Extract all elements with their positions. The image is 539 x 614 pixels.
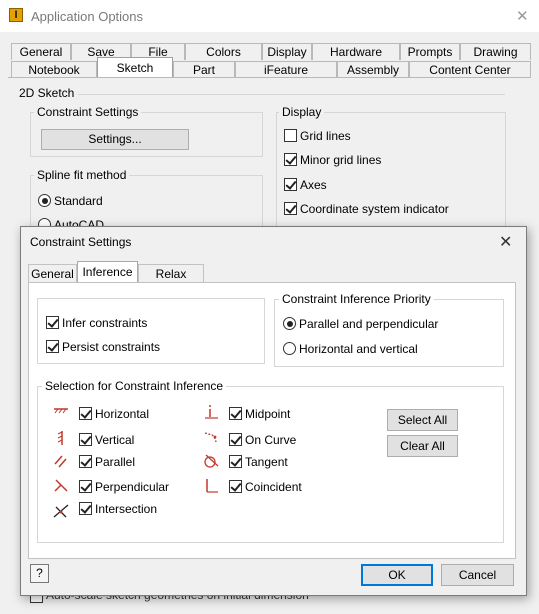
tangent-label: Tangent bbox=[245, 455, 288, 469]
intersection-checkbox[interactable] bbox=[79, 502, 92, 515]
dialog-tab-relax-mode[interactable]: Relax Mode bbox=[138, 264, 204, 300]
tab-ifeature[interactable]: iFeature bbox=[235, 61, 337, 78]
section-title-2d-sketch: 2D Sketch bbox=[19, 86, 75, 100]
inference-panel: Infer constraints Persist constraints Co… bbox=[28, 282, 516, 559]
ok-button[interactable]: OK bbox=[361, 564, 433, 586]
perpendicular-label: Perpendicular bbox=[95, 480, 170, 494]
coincident-checkbox[interactable] bbox=[229, 480, 242, 493]
perpendicular-checkbox[interactable] bbox=[79, 480, 92, 493]
spline-standard-radio[interactable] bbox=[38, 194, 51, 207]
on-curve-constraint-icon bbox=[204, 432, 217, 443]
parallel-constraint-icon bbox=[54, 455, 67, 468]
dialog-close-icon[interactable]: ✕ bbox=[499, 232, 512, 252]
intersection-label: Intersection bbox=[95, 502, 158, 516]
minor-grid-lines-label: Minor grid lines bbox=[300, 153, 382, 167]
priority-parallel-radio[interactable] bbox=[283, 317, 296, 330]
tab-assembly[interactable]: Assembly bbox=[337, 61, 409, 78]
coincident-label: Coincident bbox=[245, 480, 302, 494]
tab-prompts[interactable]: Prompts bbox=[400, 43, 460, 60]
perpendicular-constraint-icon bbox=[54, 479, 68, 492]
infer-constraints-label: Infer constraints bbox=[62, 316, 148, 330]
tab-sketch[interactable]: Sketch bbox=[97, 57, 173, 78]
spline-fit-group-label: Spline fit method bbox=[34, 168, 130, 182]
midpoint-checkbox[interactable] bbox=[229, 407, 242, 420]
persist-constraints-checkbox[interactable] bbox=[46, 340, 59, 353]
tabs-divider bbox=[8, 77, 531, 78]
tab-notebook[interactable]: Notebook bbox=[11, 61, 97, 78]
tab-display[interactable]: Display bbox=[262, 43, 312, 60]
coordinate-indicator-label: Coordinate system indicator bbox=[300, 202, 449, 216]
vertical-checkbox[interactable] bbox=[79, 433, 92, 446]
axes-checkbox[interactable] bbox=[284, 178, 297, 191]
tab-colors[interactable]: Colors bbox=[185, 43, 262, 60]
dialog-tab-inference[interactable]: Inference bbox=[77, 261, 138, 283]
coordinate-indicator-checkbox[interactable] bbox=[284, 202, 297, 215]
settings-button[interactable]: Settings... bbox=[41, 129, 189, 150]
horizontal-constraint-icon bbox=[54, 408, 68, 414]
tangent-constraint-icon bbox=[204, 454, 219, 468]
app-titlebar: I Application Options ✕ bbox=[0, 0, 539, 32]
horizontal-label: Horizontal bbox=[95, 407, 150, 421]
axes-label: Axes bbox=[300, 178, 327, 192]
tangent-checkbox[interactable] bbox=[229, 455, 242, 468]
app-close-icon[interactable]: ✕ bbox=[516, 7, 529, 25]
constraint-settings-dialog: Constraint Settings ✕ General Inference … bbox=[20, 226, 527, 596]
dialog-title: Constraint Settings bbox=[30, 235, 132, 249]
parallel-checkbox[interactable] bbox=[79, 455, 92, 468]
vertical-constraint-icon bbox=[57, 431, 63, 445]
tab-drawing[interactable]: Drawing bbox=[460, 43, 531, 60]
horizontal-checkbox[interactable] bbox=[79, 407, 92, 420]
midpoint-constraint-icon bbox=[205, 405, 218, 419]
tab-hardware[interactable]: Hardware bbox=[312, 43, 400, 60]
coincident-constraint-icon bbox=[206, 479, 218, 493]
minor-grid-lines-checkbox[interactable] bbox=[284, 153, 297, 166]
clear-all-button[interactable]: Clear All bbox=[387, 435, 458, 457]
section-divider bbox=[78, 94, 505, 95]
infer-persist-group bbox=[37, 298, 265, 364]
constraint-settings-group-label: Constraint Settings bbox=[34, 105, 142, 119]
display-group-label: Display bbox=[279, 105, 325, 119]
help-button[interactable]: ? bbox=[30, 564, 49, 583]
tab-content-center[interactable]: Content Center bbox=[409, 61, 531, 78]
priority-group bbox=[274, 299, 504, 367]
app-logo-icon: I bbox=[9, 8, 23, 22]
infer-constraints-checkbox[interactable] bbox=[46, 316, 59, 329]
on-curve-label: On Curve bbox=[245, 433, 297, 447]
select-all-button[interactable]: Select All bbox=[387, 409, 458, 431]
on-curve-checkbox[interactable] bbox=[229, 433, 242, 446]
spline-standard-label: Standard bbox=[54, 194, 103, 208]
intersection-constraint-icon bbox=[53, 504, 69, 518]
priority-parallel-label: Parallel and perpendicular bbox=[299, 317, 439, 331]
tab-part[interactable]: Part bbox=[173, 61, 235, 78]
parallel-label: Parallel bbox=[95, 455, 136, 469]
persist-constraints-label: Persist constraints bbox=[62, 340, 161, 354]
dialog-tab-general[interactable]: General bbox=[28, 264, 77, 283]
grid-lines-label: Grid lines bbox=[300, 129, 351, 143]
cancel-button[interactable]: Cancel bbox=[441, 564, 514, 586]
tab-general[interactable]: General bbox=[11, 43, 71, 60]
app-title: Application Options bbox=[31, 9, 144, 24]
selection-group-label: Selection for Constraint Inference bbox=[42, 379, 227, 393]
priority-horizontal-label: Horizontal and vertical bbox=[299, 342, 418, 356]
priority-group-label: Constraint Inference Priority bbox=[279, 292, 434, 306]
vertical-label: Vertical bbox=[95, 433, 135, 447]
priority-horizontal-radio[interactable] bbox=[283, 342, 296, 355]
grid-lines-checkbox[interactable] bbox=[284, 129, 297, 142]
midpoint-label: Midpoint bbox=[245, 407, 291, 421]
